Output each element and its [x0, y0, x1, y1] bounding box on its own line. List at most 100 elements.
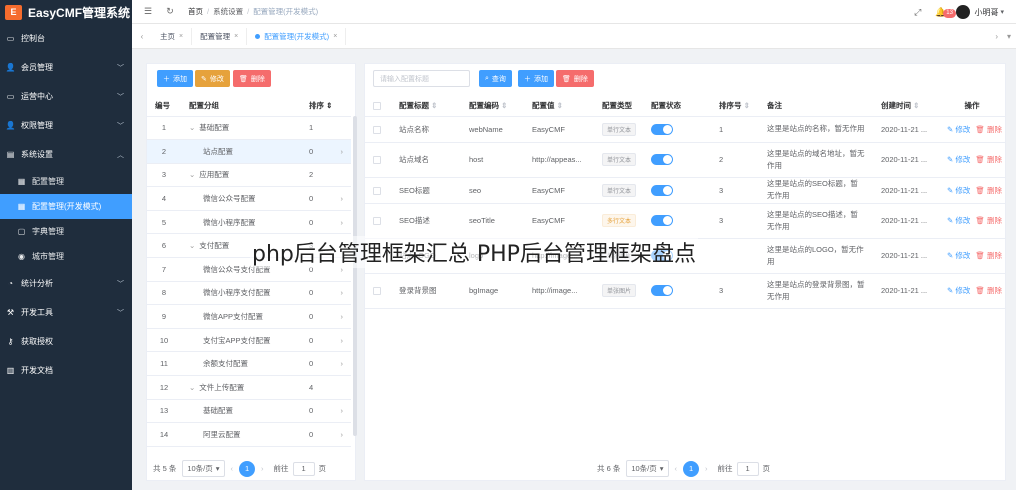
table-row[interactable]: 4 微信公众号配置 0 › [147, 186, 351, 211]
hamburger-icon[interactable]: ☰ [142, 6, 154, 18]
sort-icon[interactable]: ⇕ [744, 101, 750, 110]
chevron-right-icon[interactable]: › [341, 194, 344, 203]
close-icon[interactable]: × [179, 33, 183, 40]
scrollbar[interactable] [353, 116, 357, 436]
next-page-icon[interactable]: › [705, 464, 708, 473]
sort-icon[interactable]: ⇕ [913, 101, 919, 110]
delete-group-button[interactable]: 🗑 删除 [233, 70, 271, 87]
table-row[interactable]: 站点域名 host http://appeas... 单行文本 2 这里是站点的… [365, 142, 1005, 178]
table-row[interactable]: SEO描述 seoTitle EasyCMF 多行文本 3 这里是站点的SEO描… [365, 203, 1005, 239]
page-size-select[interactable]: 10条/页 ▾ [626, 460, 669, 477]
edit-link[interactable]: ✎ 修改 [947, 125, 970, 134]
sidebar-item-5[interactable]: ▤ 系统设置 ︿ [0, 140, 132, 169]
edit-link[interactable]: ✎ 修改 [947, 216, 970, 225]
select-all-checkbox[interactable] [365, 95, 391, 117]
table-row[interactable]: 2 站点配置 0 › [147, 139, 351, 164]
col-8[interactable]: 创建时间 ⇕ [873, 95, 939, 117]
status-toggle[interactable] [651, 285, 673, 296]
fullscreen-icon[interactable]: ⤢ [914, 7, 921, 18]
chevron-right-icon[interactable]: › [341, 336, 344, 345]
table-row[interactable]: 3 ⌄ 应用配置 2 [147, 163, 351, 188]
close-icon[interactable]: × [234, 33, 238, 40]
chevron-down-icon[interactable]: ⌄ [189, 383, 195, 392]
app-logo[interactable]: E EasyCMF管理系统 [0, 0, 132, 24]
tab-scroll-left-icon[interactable]: ‹ [132, 32, 152, 41]
edit-link[interactable]: ✎ 修改 [947, 251, 970, 260]
delete-config-button[interactable]: 🗑 删除 [556, 70, 594, 87]
refresh-icon[interactable]: ↻ [164, 6, 176, 18]
goto-page-input[interactable]: 1 [292, 461, 315, 476]
delete-link[interactable]: 🗑 删除 [975, 125, 1002, 134]
breadcrumb-system[interactable]: 系统设置 [213, 6, 243, 17]
delete-link[interactable]: 🗑 删除 [975, 216, 1002, 225]
sidebar-item-2[interactable]: 👤 会员管理 ﹀ [0, 53, 132, 82]
edit-group-button[interactable]: ✎ 修改 [195, 70, 230, 87]
sidebar-item-1[interactable]: ▭ 控制台 [0, 24, 132, 53]
breadcrumb-home[interactable]: 首页 [188, 6, 203, 17]
table-row[interactable]: SEO标题 seo EasyCMF 单行文本 3 这里是站点的SEO标题，暂无作… [365, 177, 1005, 204]
sidebar-item-3[interactable]: ▭ 运营中心 ﹀ [0, 82, 132, 111]
sort-icon[interactable]: ⇕ [431, 101, 437, 110]
page-size-select[interactable]: 10条/页 ▾ [182, 460, 225, 477]
chevron-right-icon[interactable]: › [341, 312, 344, 321]
delete-link[interactable]: 🗑 删除 [975, 251, 1002, 260]
table-row[interactable]: 11 余额支付配置 0 › [147, 351, 351, 377]
status-toggle[interactable] [651, 215, 673, 226]
col-2[interactable]: 配置编码 ⇕ [461, 95, 524, 117]
tab-home[interactable]: 主页 × [152, 27, 193, 45]
sidebar-item-8[interactable]: ▢ 字典管理 [0, 219, 132, 244]
col-3[interactable]: 配置值 ⇕ [524, 95, 594, 117]
row-checkbox[interactable] [373, 156, 381, 164]
chevron-right-icon[interactable]: › [341, 288, 344, 297]
chevron-down-icon[interactable]: ▾ [1000, 8, 1004, 16]
chevron-right-icon[interactable]: › [341, 406, 344, 415]
tab-scroll-right-icon[interactable]: › [995, 32, 998, 41]
status-toggle[interactable] [651, 154, 673, 165]
search-input[interactable]: 请输入配置标题 [373, 70, 470, 87]
table-row[interactable]: 14 阿里云配置 0 › [147, 422, 351, 447]
prev-page-icon[interactable]: ‹ [231, 464, 234, 473]
sidebar-item-6[interactable]: ▦ 配置管理 [0, 169, 132, 194]
row-checkbox[interactable] [373, 125, 381, 134]
tab-menu-icon[interactable]: ▾ [1007, 32, 1011, 41]
table-row[interactable]: 站点名称 webName EasyCMF 单行文本 1 这里是站点的名称，暂无作… [365, 116, 1005, 143]
sidebar-item-13[interactable]: ▥ 开发文档 [0, 356, 132, 385]
chevron-right-icon[interactable]: › [341, 430, 344, 439]
sidebar-item-7[interactable]: ▦ 配置管理(开发模式) [0, 194, 132, 219]
goto-page-input[interactable]: 1 [736, 461, 759, 476]
chevron-right-icon[interactable]: › [341, 359, 344, 368]
chevron-right-icon[interactable]: › [341, 147, 344, 156]
search-button[interactable]: ⌕ 查询 [479, 70, 512, 87]
row-checkbox[interactable] [373, 287, 381, 295]
close-icon[interactable]: × [333, 33, 337, 40]
sidebar-item-9[interactable]: ◉ 城市管理 [0, 244, 132, 269]
add-group-button[interactable]: ＋ 添加 [157, 70, 193, 87]
delete-link[interactable]: 🗑 删除 [975, 155, 1002, 164]
sidebar-item-4[interactable]: 👤 权限管理 ﹀ [0, 111, 132, 140]
col-1[interactable]: 配置标题 ⇕ [391, 95, 461, 117]
table-row[interactable]: 1 ⌄ 基础配置 1 [147, 116, 351, 141]
row-checkbox[interactable] [373, 186, 381, 195]
current-page[interactable]: 1 [683, 460, 700, 477]
avatar[interactable] [956, 5, 971, 19]
sidebar-item-12[interactable]: ⚷ 获取授权 [0, 327, 132, 356]
delete-link[interactable]: 🗑 删除 [975, 286, 1002, 295]
chevron-right-icon[interactable]: › [341, 218, 344, 227]
edit-link[interactable]: ✎ 修改 [947, 155, 970, 164]
sidebar-item-10[interactable]: ◔ 统计分析 ﹀ [0, 269, 132, 298]
table-row[interactable]: 登录背景图 bgImage http://image... 单张图片 3 这里是… [365, 273, 1005, 309]
table-row[interactable]: 9 微信APP支付配置 0 › [147, 304, 351, 329]
edit-link[interactable]: ✎ 修改 [947, 286, 970, 295]
chevron-down-icon[interactable]: ⌄ [189, 241, 195, 250]
table-row[interactable]: 13 基础配置 0 › [147, 399, 351, 424]
sort-icon[interactable]: ⇕ [326, 101, 332, 110]
sidebar-item-11[interactable]: ⚒ 开发工具 ﹀ [0, 298, 132, 327]
col-6[interactable]: 排序号 ⇕ [711, 95, 759, 117]
status-toggle[interactable] [651, 184, 673, 196]
next-page-icon[interactable]: › [261, 464, 264, 473]
chevron-down-icon[interactable]: ⌄ [189, 123, 195, 132]
edit-link[interactable]: ✎ 修改 [947, 186, 970, 195]
username[interactable]: 小明哥 [974, 7, 998, 18]
col-sort[interactable]: 排序 ⇕ [301, 95, 351, 117]
table-row[interactable]: 8 微信小程序支付配置 0 › [147, 281, 351, 306]
